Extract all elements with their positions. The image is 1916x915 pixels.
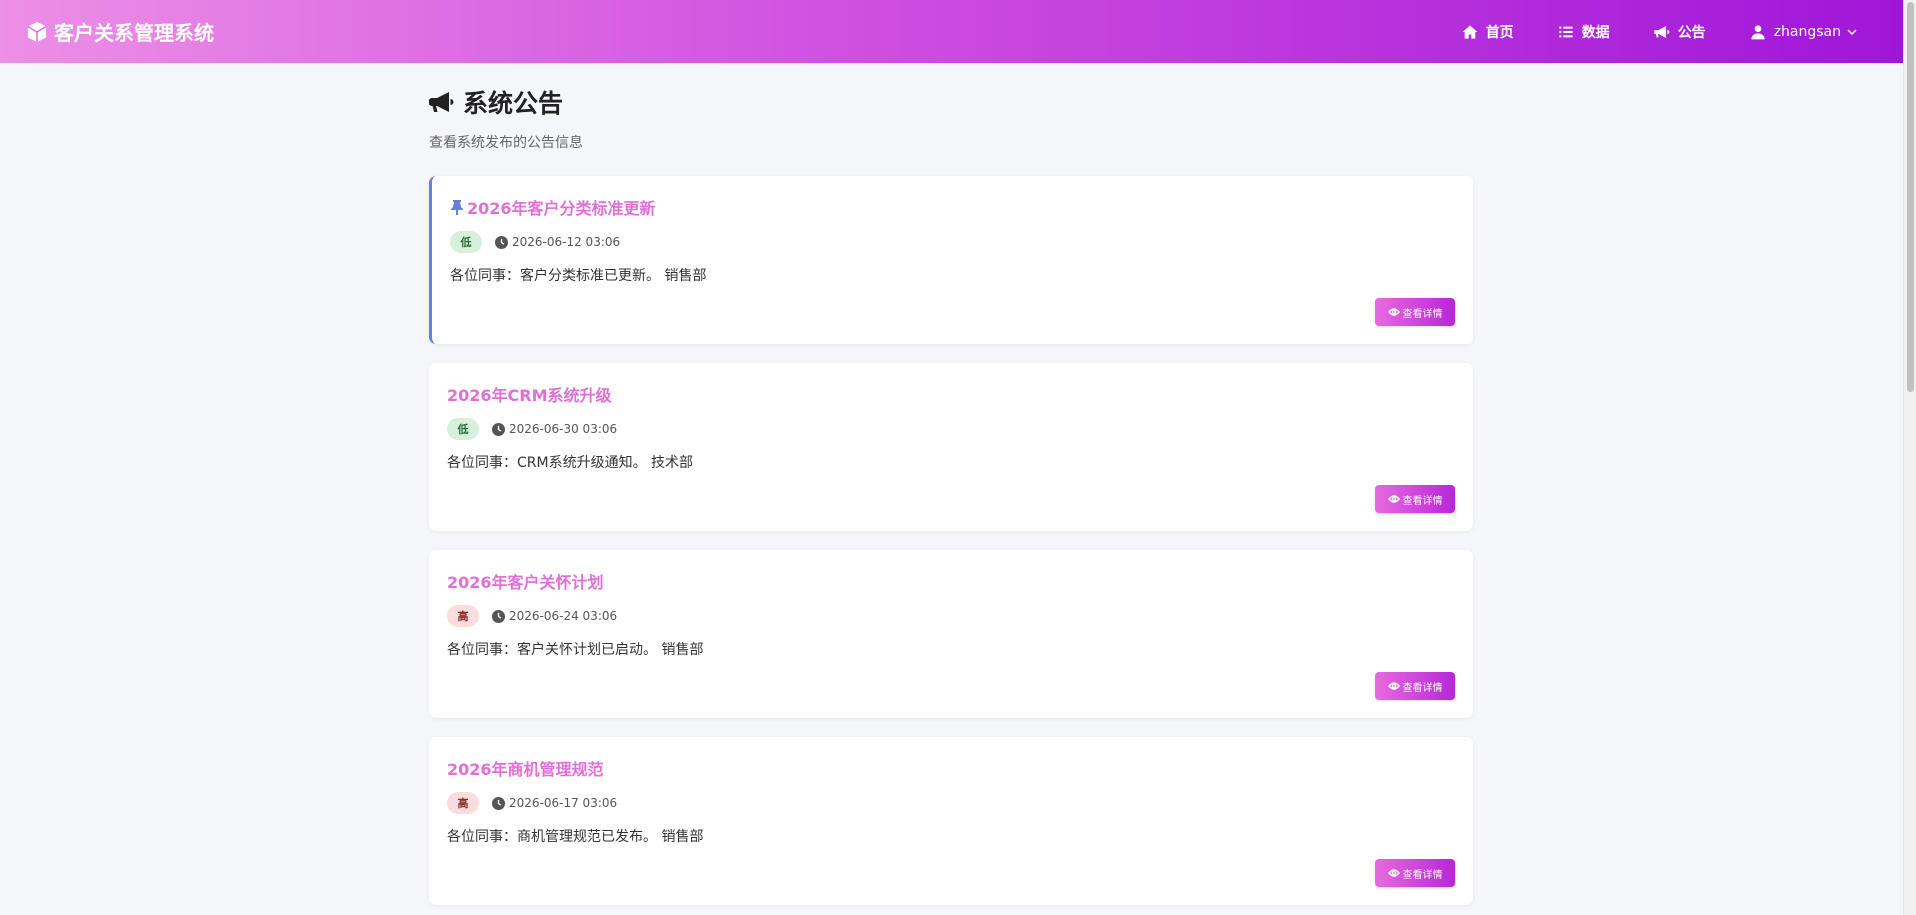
- home-icon: [1462, 24, 1478, 39]
- brand-title: 客户关系管理系统: [54, 21, 214, 45]
- announcement-title[interactable]: 2026年客户分类标准更新: [450, 196, 1455, 218]
- nav-item-label: 数据: [1581, 24, 1610, 41]
- nav-item-home[interactable]: 首页: [1462, 22, 1514, 42]
- announcement-time: 2026-06-30 03:06: [509, 422, 618, 436]
- list-icon: [1559, 26, 1573, 37]
- clock-icon: [492, 796, 505, 810]
- view-details-button[interactable]: 查看详情: [1375, 672, 1455, 700]
- eye-icon: [1387, 682, 1400, 690]
- announcement-title-text: 2026年客户关怀计划: [447, 573, 604, 592]
- announcement-time: 2026-06-17 03:06: [509, 796, 618, 810]
- brand[interactable]: 客户关系管理系统: [26, 17, 214, 46]
- announcement-content: 各位同事：CRM系统升级通知。 技术部: [447, 455, 694, 471]
- announcement-card: 2026年客户分类标准更新 低 2026-06-12 03:06 各位同事：客户…: [429, 176, 1473, 344]
- nav-item-announcements[interactable]: 公告: [1653, 22, 1706, 42]
- page-title: 系统公告: [429, 87, 1473, 118]
- announcement-title[interactable]: 2026年客户关怀计划: [447, 570, 1455, 592]
- nav-item-data[interactable]: 数据: [1558, 22, 1610, 42]
- announcement-time: 2026-06-24 03:06: [509, 609, 618, 623]
- pin-icon: [451, 200, 463, 215]
- clock-icon: [495, 235, 508, 249]
- main-content: 系统公告 查看系统发布的公告信息: [429, 63, 1473, 152]
- megaphone-icon: [1653, 25, 1670, 38]
- view-details-label: 查看详情: [1402, 682, 1443, 694]
- view-details-button[interactable]: 查看详情: [1375, 298, 1455, 326]
- announcement-meta: 高 2026-06-17 03:06: [447, 792, 1455, 814]
- announcement-title[interactable]: 2026年商机管理规范: [447, 757, 1455, 779]
- clock-icon: [492, 422, 505, 436]
- announcement-title-text: 2026年客户分类标准更新: [467, 199, 656, 218]
- user-menu[interactable]: zhangsan: [1750, 24, 1857, 40]
- announcement-time: 2026-06-12 03:06: [512, 235, 621, 249]
- announcement-meta: 高 2026-06-24 03:06: [447, 605, 1455, 627]
- scrollbar-thumb[interactable]: [1907, 2, 1914, 392]
- nav-menu: 首页 数据 公告 zhangsan: [1418, 22, 1877, 42]
- announcement-meta: 低 2026-06-30 03:06: [447, 418, 1455, 440]
- announcement-card: 2026年客户关怀计划 高 2026-06-24 03:06 各位同事：客户关怀…: [429, 550, 1473, 718]
- announcement-title[interactable]: 2026年CRM系统升级: [447, 383, 1455, 405]
- priority-badge: 高: [447, 605, 479, 627]
- user-icon: [1751, 24, 1765, 39]
- eye-icon: [1387, 495, 1400, 503]
- nav-item-label: 公告: [1677, 24, 1706, 41]
- eye-icon: [1387, 308, 1400, 316]
- priority-badge: 高: [447, 792, 479, 814]
- top-navbar: 客户关系管理系统 首页 数据 公告 zhangsan: [0, 0, 1903, 63]
- page-subtitle: 查看系统发布的公告信息: [429, 135, 583, 151]
- view-details-button[interactable]: 查看详情: [1375, 485, 1455, 513]
- view-details-label: 查看详情: [1402, 495, 1443, 507]
- vertical-scrollbar[interactable]: [1903, 0, 1916, 915]
- announcement-title-text: 2026年商机管理规范: [447, 760, 604, 779]
- view-details-label: 查看详情: [1402, 869, 1443, 881]
- clock-icon: [492, 609, 505, 623]
- priority-badge: 低: [447, 418, 479, 440]
- announcement-card: 2026年商机管理规范 高 2026-06-17 03:06 各位同事：商机管理…: [429, 737, 1473, 905]
- view-details-button[interactable]: 查看详情: [1375, 859, 1455, 887]
- chevron-down-icon: [1847, 28, 1857, 35]
- announcement-title-text: 2026年CRM系统升级: [447, 386, 612, 405]
- cube-icon: [27, 21, 47, 42]
- announcement-meta: 低 2026-06-12 03:06: [450, 231, 1455, 253]
- announcement-card: 2026年CRM系统升级 低 2026-06-30 03:06 各位同事：CRM…: [429, 363, 1473, 531]
- page-title-text: 系统公告: [463, 89, 564, 118]
- announcement-content: 各位同事：客户关怀计划已启动。 销售部: [447, 642, 704, 658]
- view-details-label: 查看详情: [1402, 308, 1443, 320]
- announcement-content: 各位同事：客户分类标准已更新。 销售部: [450, 268, 707, 284]
- username: zhangsan: [1773, 23, 1841, 40]
- nav-item-label: 首页: [1485, 24, 1514, 41]
- eye-icon: [1387, 869, 1400, 877]
- priority-badge: 低: [450, 231, 482, 253]
- announcement-content: 各位同事：商机管理规范已发布。 销售部: [447, 829, 704, 845]
- megaphone-icon: [429, 92, 454, 112]
